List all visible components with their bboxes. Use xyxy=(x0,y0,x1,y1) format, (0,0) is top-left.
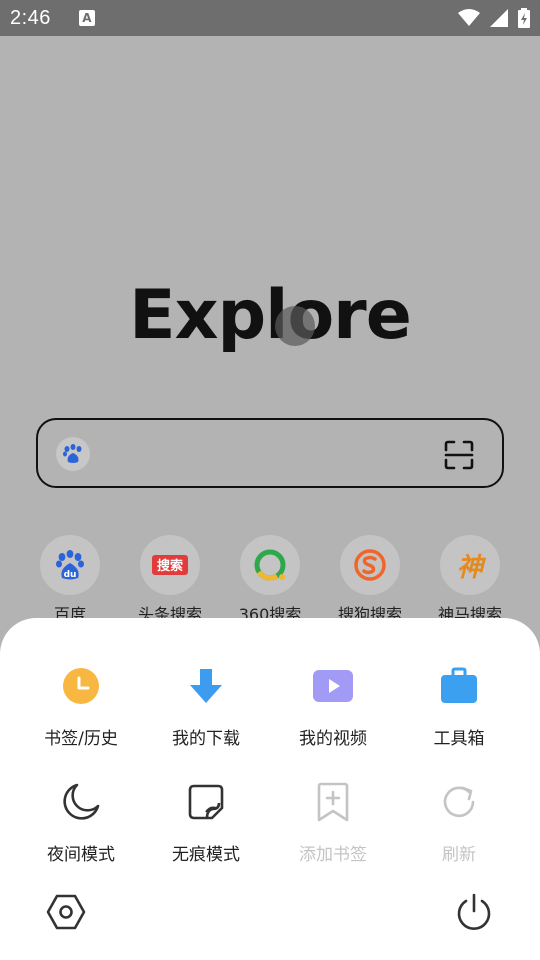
logo-text: Explore xyxy=(129,276,412,355)
sogou-icon xyxy=(354,549,386,581)
scan-icon[interactable] xyxy=(444,440,474,470)
toutiao-icon: 搜索 xyxy=(152,555,188,575)
engine-icon-wrap: du xyxy=(40,535,100,595)
menu-toolbox[interactable]: 工具箱 xyxy=(394,664,524,749)
signal-icon xyxy=(490,9,508,27)
wifi-icon xyxy=(458,9,480,26)
menu-label: 夜间模式 xyxy=(47,845,115,865)
search-box[interactable] xyxy=(36,418,504,488)
toolbox-icon xyxy=(437,664,481,708)
baidu-paw-icon: du xyxy=(56,550,84,580)
download-icon xyxy=(184,664,228,708)
refresh-icon xyxy=(437,780,481,824)
clock-icon xyxy=(59,664,103,708)
engine-icon-wrap: 搜索 xyxy=(140,535,200,595)
search-engine-selector[interactable] xyxy=(56,437,90,471)
shenma-icon: 神 xyxy=(456,552,483,583)
menu-label: 无痕模式 xyxy=(172,845,240,865)
power-icon xyxy=(457,893,491,930)
engine-sogou[interactable]: 搜狗搜索 xyxy=(320,535,420,625)
engine-icon-wrap xyxy=(240,535,300,595)
status-bar: 2:46 A xyxy=(0,0,540,36)
menu-label: 我的下载 xyxy=(172,729,240,749)
incognito-icon xyxy=(184,780,228,824)
menu-label: 书签/历史 xyxy=(44,729,118,749)
engine-baidu[interactable]: du 百度 xyxy=(20,535,120,625)
search-engine-list: du 百度 搜索 头条搜索 360搜索 搜狗搜索 神 神马搜索 xyxy=(0,535,540,625)
battery-charging-icon xyxy=(518,8,530,28)
menu-night-mode[interactable]: 夜间模式 xyxy=(16,780,146,865)
engine-360[interactable]: 360搜索 xyxy=(220,535,320,625)
360-icon xyxy=(254,549,286,581)
video-icon xyxy=(311,664,355,708)
engine-icon-wrap: 神 xyxy=(440,535,500,595)
status-time: 2:46 xyxy=(10,6,51,29)
engine-icon-wrap xyxy=(340,535,400,595)
menu-my-downloads[interactable]: 我的下载 xyxy=(141,664,271,749)
menu-incognito-mode[interactable]: 无痕模式 xyxy=(141,780,271,865)
menu-label: 我的视频 xyxy=(299,729,367,749)
toutiao-glyph: 搜索 xyxy=(157,558,183,574)
baidu-glyph: du xyxy=(64,570,77,580)
menu-refresh[interactable]: 刷新 xyxy=(394,780,524,865)
engine-toutiao[interactable]: 搜索 头条搜索 xyxy=(120,535,220,625)
engine-shenma[interactable]: 神 神马搜索 xyxy=(420,535,520,625)
moon-icon xyxy=(59,780,103,824)
logo-accent xyxy=(275,306,316,346)
menu-label: 刷新 xyxy=(442,845,476,865)
notification-icon: A xyxy=(78,10,95,26)
bottom-menu-sheet: 书签/历史 我的下载 我的视频 工具箱 夜间模式 无痕模式 添加书签 刷新 xyxy=(0,618,540,960)
menu-my-videos[interactable]: 我的视频 xyxy=(268,664,398,749)
status-icons xyxy=(458,8,530,28)
logo: Explore xyxy=(0,276,540,355)
settings-hexagon-icon xyxy=(46,894,86,930)
menu-label: 添加书签 xyxy=(299,845,367,865)
baidu-paw-icon xyxy=(63,444,82,463)
menu-label: 工具箱 xyxy=(433,729,485,749)
menu-bookmarks-history[interactable]: 书签/历史 xyxy=(16,664,146,749)
power-exit-button[interactable] xyxy=(452,890,496,934)
settings-button[interactable] xyxy=(44,890,88,934)
menu-add-bookmark[interactable]: 添加书签 xyxy=(268,780,398,865)
add-bookmark-icon xyxy=(311,780,355,824)
